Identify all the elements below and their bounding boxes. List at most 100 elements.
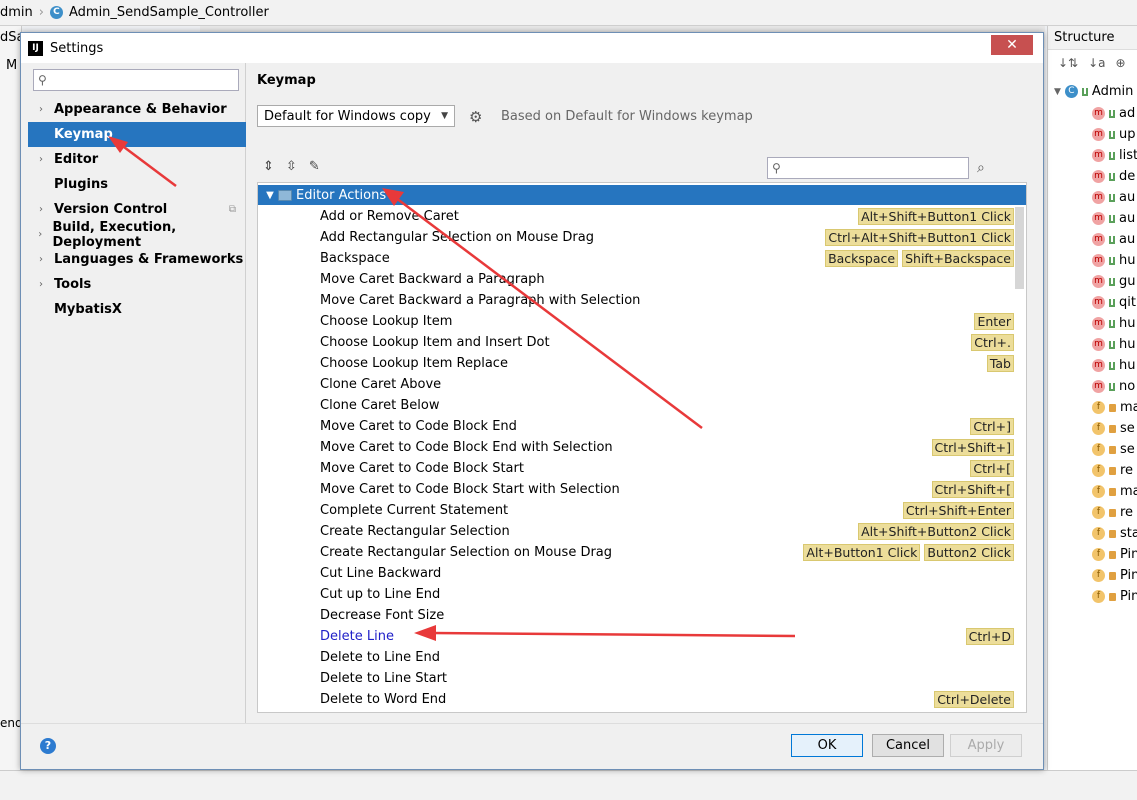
chevron-down-icon: ▼ [1054, 86, 1061, 97]
structure-item[interactable]: f Pin [1092, 568, 1137, 583]
sidebar-item-build-execution-deployment[interactable]: › Build, Execution, Deployment [28, 220, 246, 250]
table-row[interactable]: Add or Remove Caret Alt+Shift+Button1 Cli… [258, 206, 1016, 227]
table-row[interactable]: Cut up to Line End [258, 584, 1016, 605]
show-inherited-icon[interactable]: ⊕ [1116, 56, 1126, 78]
help-icon[interactable]: ? [40, 738, 56, 754]
dialog-titlebar: IJ Settings ✕ [21, 33, 1043, 63]
collapse-all-icon[interactable]: ⇳ [286, 159, 297, 174]
structure-item[interactable]: m au [1092, 190, 1135, 205]
method-icon: m [1092, 149, 1105, 162]
structure-item-label: ma [1120, 400, 1137, 415]
table-row[interactable]: Cut Line Backward [258, 563, 1016, 584]
breadcrumb-prefix[interactable]: dmin [0, 5, 33, 20]
structure-title: Structure [1048, 26, 1137, 50]
table-row[interactable]: Delete to Line Start [258, 668, 1016, 689]
table-row[interactable]: Move Caret to Code Block Start Ctrl+[ [258, 458, 1016, 479]
table-row[interactable]: Move Caret to Code Block End with Select… [258, 437, 1016, 458]
sidebar-item-languages-frameworks[interactable]: › Languages & Frameworks [28, 247, 246, 272]
settings-search-input[interactable]: ⚲ [33, 69, 239, 91]
method-icon: m [1092, 254, 1105, 267]
table-row[interactable]: Move Caret Backward a Paragraph [258, 269, 1016, 290]
sidebar-item-keymap[interactable]: Keymap [28, 122, 246, 147]
method-icon: m [1092, 191, 1105, 204]
table-row[interactable]: Move Caret to Code Block End Ctrl+] [258, 416, 1016, 437]
structure-item[interactable]: m de [1092, 169, 1135, 184]
structure-item[interactable]: f ma [1092, 484, 1137, 499]
action-search-input[interactable]: ⚲ [767, 157, 969, 179]
tree-scrollbar[interactable] [1015, 207, 1024, 289]
structure-item[interactable]: m au [1092, 211, 1135, 226]
sort-visibility-icon[interactable]: ↓⇅ [1058, 56, 1078, 78]
structure-item-label: au [1119, 211, 1136, 226]
sidebar-item-version-control[interactable]: › Version Control ⧉ [28, 197, 246, 222]
structure-item-label: re [1120, 505, 1134, 520]
table-row[interactable]: Add Rectangular Selection on Mouse Drag C… [258, 227, 1016, 248]
apply-button[interactable]: Apply [950, 734, 1022, 757]
structure-item[interactable]: f ma [1092, 400, 1137, 415]
chevron-down-icon: ▼ [266, 189, 274, 201]
action-name: Delete to Line End [320, 650, 440, 665]
table-row[interactable]: Clone Caret Above [258, 374, 1016, 395]
lock-icon [1109, 592, 1116, 601]
sidebar-item-tools[interactable]: › Tools [28, 272, 246, 297]
structure-item[interactable]: m hu [1092, 358, 1135, 373]
method-icon: m [1092, 317, 1105, 330]
structure-item[interactable]: m list [1092, 148, 1137, 163]
ok-button[interactable]: OK [791, 734, 863, 757]
table-row[interactable]: Delete to Line End [258, 647, 1016, 668]
public-icon [1109, 172, 1115, 181]
tree-group-label: Editor Actions [296, 187, 387, 203]
edit-pencil-icon[interactable]: ✎ [309, 159, 320, 174]
table-row[interactable]: Complete Current Statement Ctrl+Shift+Ent… [258, 500, 1016, 521]
sidebar-item-mybatisx[interactable]: MybatisX [28, 297, 246, 322]
find-by-shortcut-icon[interactable]: ⌕ [977, 160, 985, 176]
shortcut-badge: Ctrl+Shift+[ [931, 481, 1014, 498]
structure-item[interactable]: f sta [1092, 526, 1137, 541]
cancel-button[interactable]: Cancel [872, 734, 944, 757]
structure-item[interactable]: m qit [1092, 295, 1136, 310]
structure-item[interactable]: m no [1092, 379, 1135, 394]
lock-icon [1109, 445, 1116, 454]
table-row[interactable]: Backspace Backspace Shift+Backspace [258, 248, 1016, 269]
keymap-scheme-select[interactable]: Default for Windows copy ▼ [257, 105, 455, 127]
table-row[interactable]: Choose Lookup Item and Insert Dot Ctrl+. [258, 332, 1016, 353]
structure-item[interactable]: m hu [1092, 253, 1135, 268]
table-row[interactable]: Choose Lookup Item Enter [258, 311, 1016, 332]
table-row[interactable]: Delete to Word End Ctrl+Delete [258, 689, 1016, 710]
structure-item[interactable]: m ad [1092, 106, 1135, 121]
sidebar-item-label: Editor [54, 152, 99, 167]
table-row[interactable]: Create Rectangular Selection on Mouse Dr… [258, 542, 1016, 563]
structure-root[interactable]: ▼ C Admin [1054, 84, 1133, 99]
table-row[interactable]: Move Caret Backward a Paragraph with Sel… [258, 290, 1016, 311]
structure-item[interactable]: f Pin [1092, 589, 1137, 604]
table-row[interactable]: Delete Line Ctrl+D [258, 626, 1016, 647]
tree-group-row[interactable]: ▼ Editor Actions [258, 185, 1026, 205]
structure-item[interactable]: m hu [1092, 337, 1135, 352]
table-row[interactable]: Create Rectangular Selection Alt+Shift+Bu… [258, 521, 1016, 542]
sort-alpha-icon[interactable]: ↓a [1088, 56, 1105, 78]
sidebar-item-appearance-behavior[interactable]: › Appearance & Behavior [28, 97, 246, 122]
structure-item[interactable]: m hu [1092, 316, 1135, 331]
close-button[interactable]: ✕ [991, 35, 1033, 55]
structure-item[interactable]: m au [1092, 232, 1135, 247]
table-row[interactable]: Decrease Font Size [258, 605, 1016, 626]
structure-item[interactable]: f re [1092, 463, 1133, 478]
structure-item[interactable]: f Pin [1092, 547, 1137, 562]
table-row[interactable]: Move Caret to Code Block Start with Sele… [258, 479, 1016, 500]
gear-icon[interactable]: ⚙ [469, 108, 482, 126]
structure-item[interactable]: f se [1092, 442, 1135, 457]
structure-item[interactable]: m up [1092, 127, 1136, 142]
breadcrumb-class[interactable]: Admin_SendSample_Controller [69, 5, 269, 20]
table-row[interactable]: Clone Caret Below [258, 395, 1016, 416]
expand-all-icon[interactable]: ⇕ [263, 159, 274, 174]
structure-item[interactable]: m gu [1092, 274, 1136, 289]
public-icon [1109, 277, 1115, 286]
structure-item[interactable]: f re [1092, 505, 1133, 520]
structure-item-label: Pin [1120, 568, 1137, 583]
structure-item-label: hu [1119, 253, 1136, 268]
sidebar-item-editor[interactable]: › Editor [28, 147, 246, 172]
table-row[interactable]: Choose Lookup Item Replace Tab [258, 353, 1016, 374]
structure-item[interactable]: f se [1092, 421, 1135, 436]
sidebar-item-plugins[interactable]: Plugins [28, 172, 246, 197]
chevron-right-icon: › [39, 279, 43, 290]
